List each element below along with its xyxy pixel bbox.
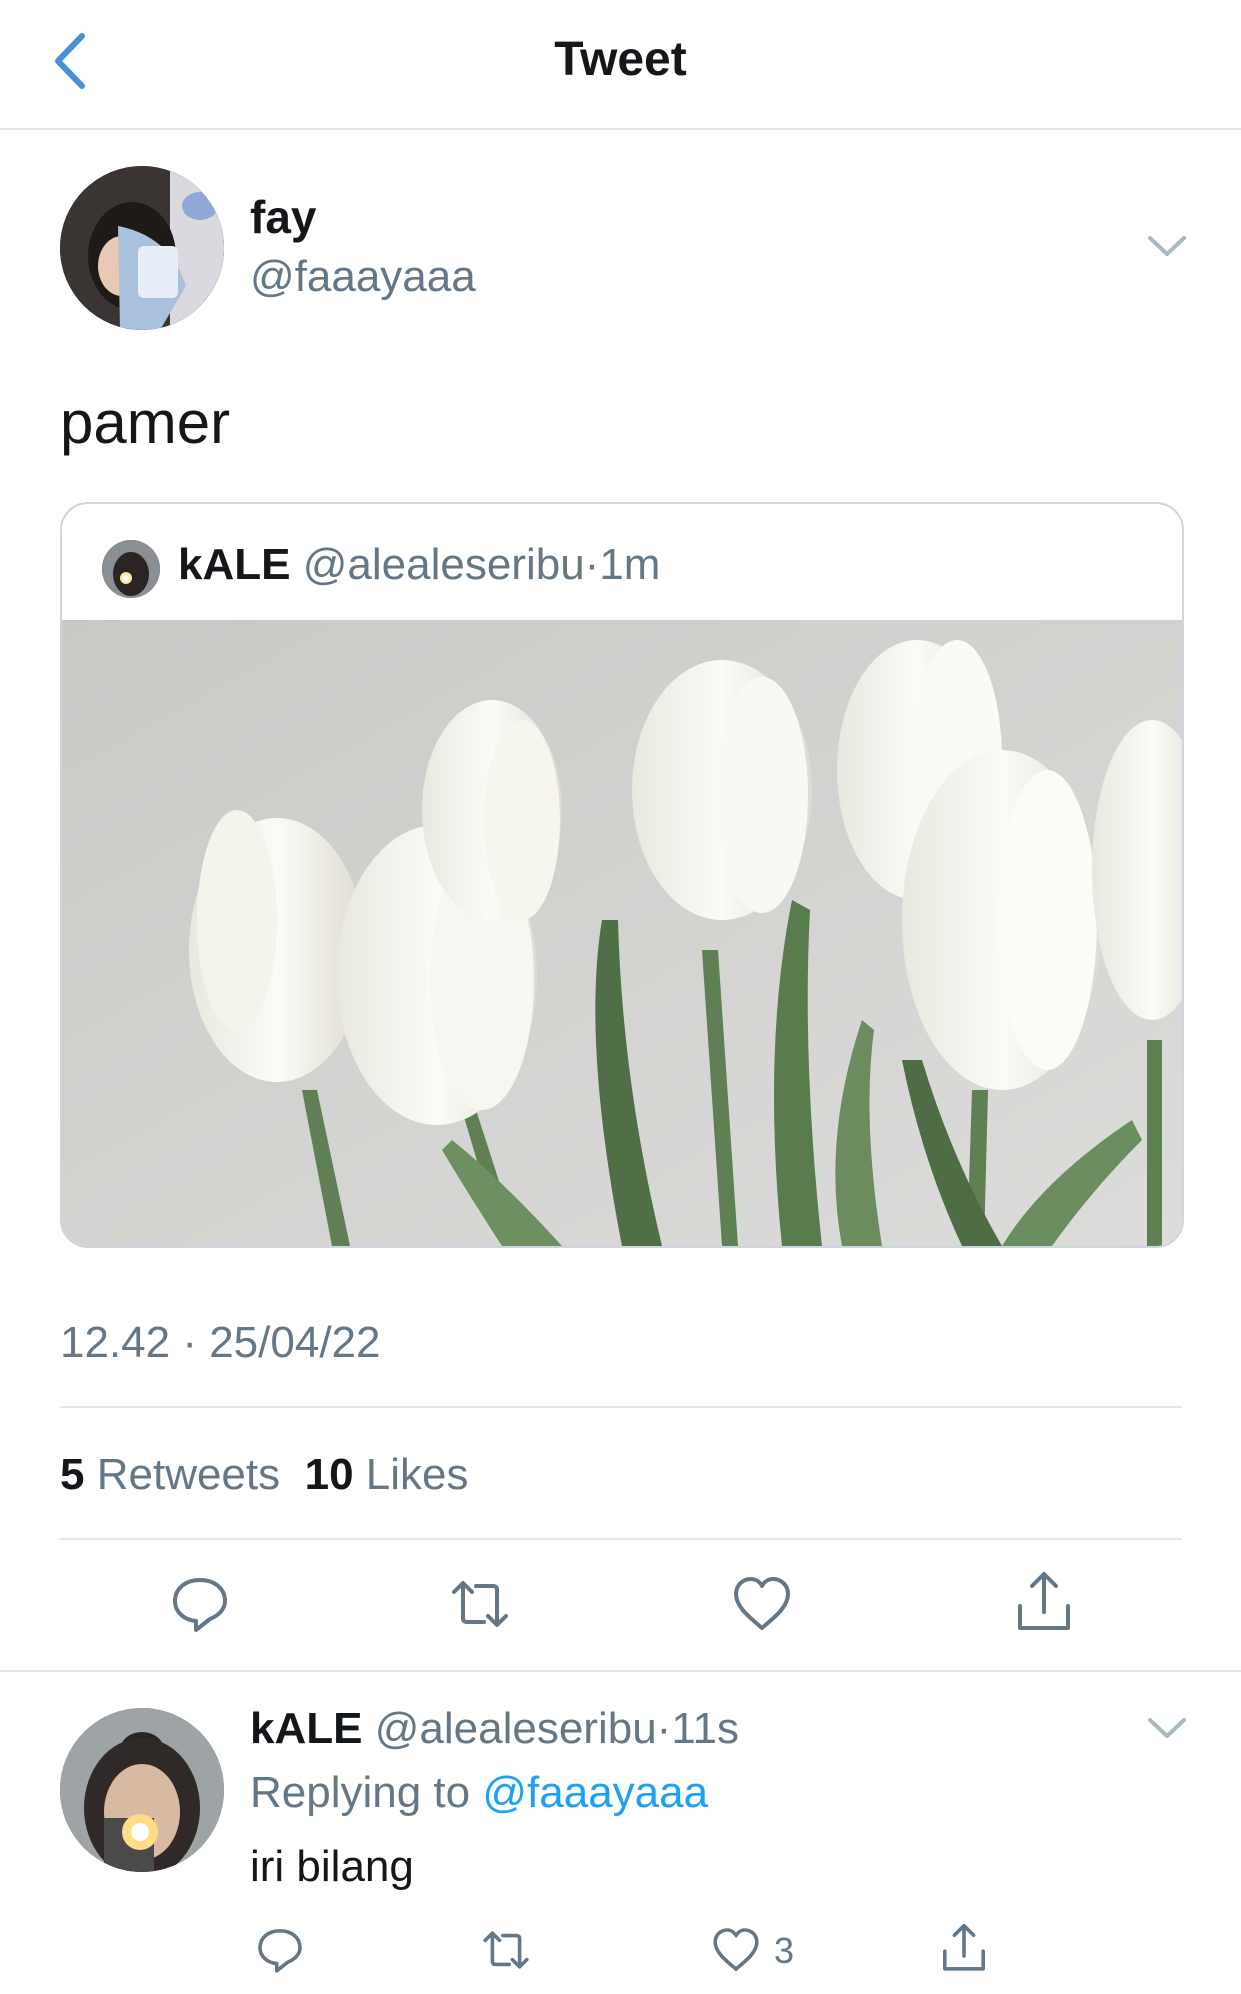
like-icon: [734, 1577, 790, 1630]
reply-icon: [173, 1578, 227, 1632]
quoted-author-name: kALE: [178, 540, 291, 589]
likes-count[interactable]: 10: [305, 1450, 354, 1499]
quoted-author-avatar: [102, 540, 160, 598]
reply-author-name[interactable]: kALE: [250, 1704, 362, 1753]
reply-icon: [258, 1929, 302, 1973]
replying-to-line: Replying to @faaayaaa: [250, 1768, 708, 1818]
author-name[interactable]: fay: [250, 190, 316, 244]
replying-to-label: Replying to: [250, 1768, 471, 1817]
reply-like-count: 3: [774, 1930, 795, 1971]
reply-header: kALE @alealeseribu·11s: [250, 1704, 739, 1754]
tweet-timestamp: 12.42 · 25/04/22: [60, 1318, 381, 1367]
reply-reply-button[interactable]: [256, 1926, 304, 1974]
reply-text: iri bilang: [250, 1842, 414, 1891]
author-avatar[interactable]: [60, 166, 224, 330]
quoted-tweet-image[interactable]: [62, 620, 1182, 1246]
reply-separator: ·: [656, 1704, 672, 1753]
divider: [60, 1406, 1182, 1408]
author-handle[interactable]: @faaayaaa: [250, 252, 476, 302]
like-button[interactable]: [732, 1574, 792, 1634]
likes-label[interactable]: Likes: [366, 1450, 469, 1499]
quoted-time: 1m: [599, 540, 661, 589]
reply-author-avatar[interactable]: [60, 1708, 224, 1872]
quoted-tweet-header: kALE @alealeseribu·1m: [178, 540, 660, 590]
reply-retweet-button[interactable]: [482, 1926, 530, 1974]
retweets-count[interactable]: 5: [60, 1450, 84, 1499]
reply-options-button[interactable]: [1146, 1714, 1188, 1744]
share-button[interactable]: [1014, 1570, 1074, 1630]
share-icon: [943, 1923, 985, 1971]
divider: [60, 1538, 1182, 1540]
quoted-separator: ·: [584, 540, 600, 589]
replying-to-mention[interactable]: @faaayaaa: [482, 1768, 708, 1817]
reply-share-button[interactable]: [940, 1922, 988, 1971]
chevron-down-icon: [1148, 1718, 1186, 1738]
page-title: Tweet: [554, 33, 687, 86]
reply-author-handle[interactable]: @alealeseribu: [375, 1704, 657, 1753]
retweet-icon: [452, 1581, 508, 1627]
quoted-author-handle: @alealeseribu: [302, 540, 585, 589]
tweet-stats: 5 Retweets 10 Likes: [60, 1450, 469, 1500]
reply-button[interactable]: [170, 1574, 230, 1634]
share-icon: [1018, 1572, 1070, 1630]
quoted-tweet-card[interactable]: kALE @alealeseribu·1m: [60, 502, 1184, 1248]
reply-time: 11s: [671, 1704, 740, 1753]
top-bar: Tweet: [0, 0, 1241, 130]
retweet-icon: [483, 1931, 529, 1969]
tweet-options-button[interactable]: [1146, 232, 1188, 262]
chevron-down-icon: [1148, 236, 1186, 256]
reply-like-button[interactable]: [712, 1926, 760, 1974]
divider: [0, 1670, 1241, 1672]
tweet-text: pamer: [60, 389, 231, 456]
retweets-label[interactable]: Retweets: [97, 1450, 280, 1499]
retweet-button[interactable]: [450, 1574, 510, 1634]
like-icon: [713, 1928, 759, 1971]
